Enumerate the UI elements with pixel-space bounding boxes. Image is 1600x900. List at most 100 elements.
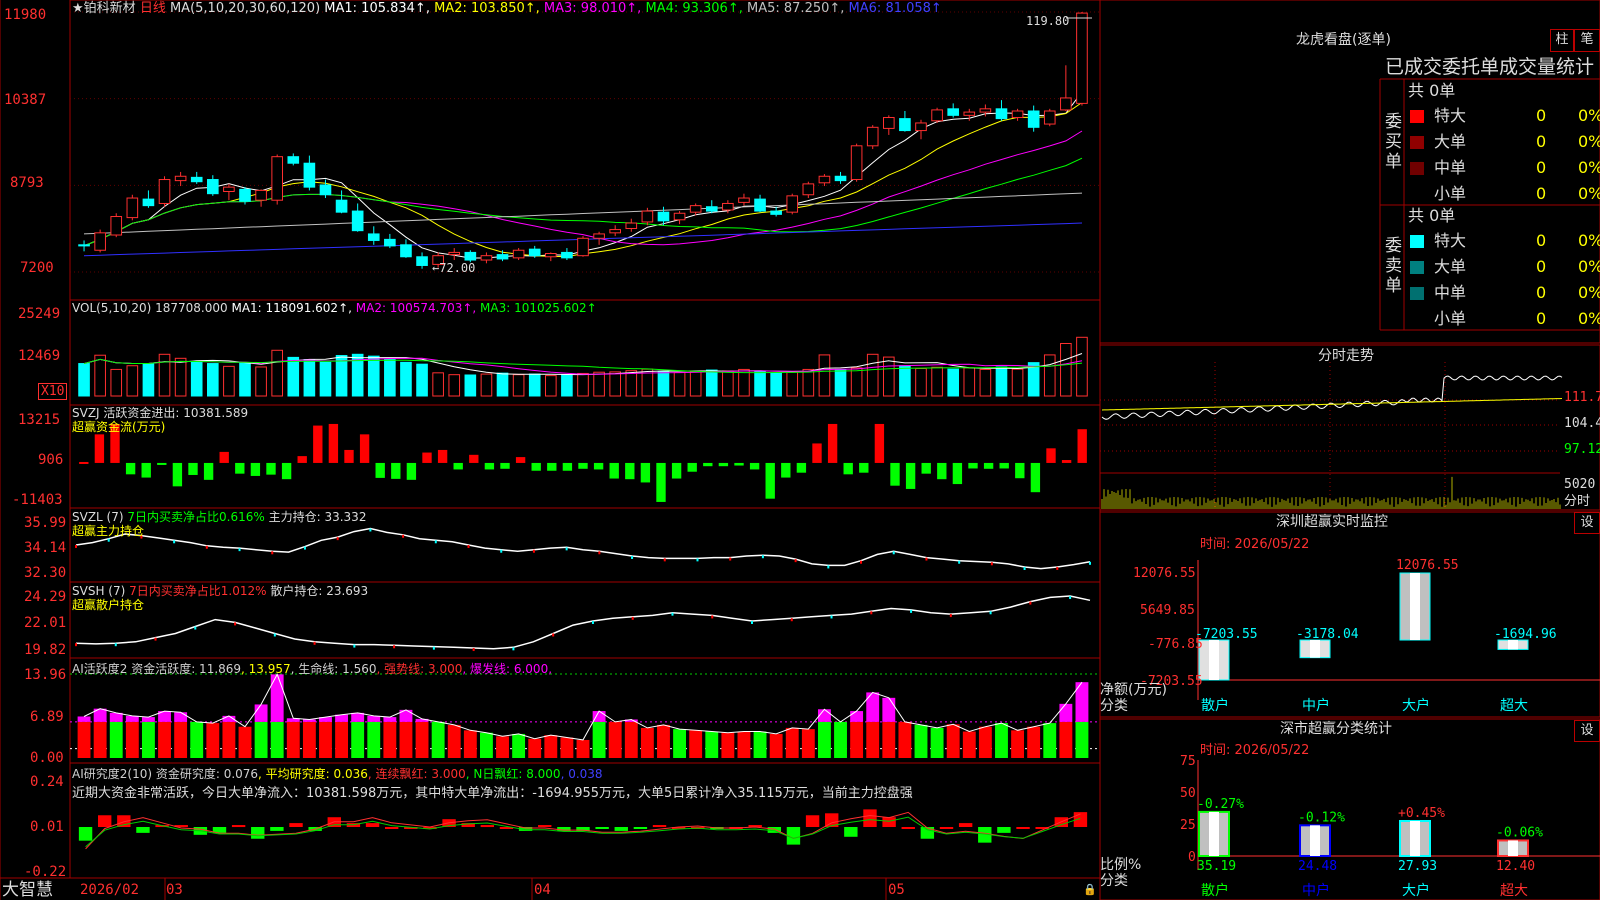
svzl-axis-1: 35.99	[24, 515, 67, 531]
activity-bar	[206, 723, 220, 758]
main-holding-line-tick	[336, 537, 339, 541]
fund-flow-bar	[952, 462, 963, 485]
activity-bar	[496, 736, 509, 758]
volume-bar	[319, 361, 332, 397]
main-holding-line-tick	[598, 551, 601, 555]
period-label[interactable]: 日线	[140, 1, 166, 16]
activity-bar	[158, 721, 171, 758]
retail-holding-line-tick	[472, 648, 475, 652]
class-bar-highlight	[1508, 840, 1518, 856]
candle-body	[384, 238, 396, 247]
ai-research-part-5: , 0.038	[560, 767, 603, 781]
retail-holding-line-tick	[432, 646, 435, 650]
color-swatch	[1410, 188, 1424, 201]
svsh-axis-2: 22.01	[24, 615, 67, 631]
vol-axis-1: 25249	[18, 306, 61, 322]
fund-flow-bar	[765, 462, 775, 499]
monitor-axis-1: 12076.55	[1133, 566, 1196, 581]
ai-active-part-3: , 生命线: 1.560	[290, 662, 377, 676]
sell-side-label: 委卖单	[1385, 236, 1402, 296]
fund-flow-bar	[656, 462, 666, 502]
activity-bar	[1075, 721, 1089, 758]
ma-value-2: MA2: 103.850↑,	[434, 1, 544, 16]
activity-bar	[141, 721, 155, 758]
brand-label[interactable]: 大智慧	[2, 880, 53, 900]
retail-holding-line-tick	[552, 633, 555, 637]
ai-research-part-1: AI研究度2(10) 资金研究度: 0.076	[72, 767, 259, 781]
fund-flow-bar	[593, 462, 604, 470]
activity-bar	[447, 724, 461, 758]
activity-bar	[978, 726, 992, 758]
vol-unit: X10	[38, 383, 68, 400]
sell-order-row: 大单 0 0%	[1406, 255, 1600, 279]
volume-bar	[416, 363, 428, 397]
fund-flow-bar	[734, 462, 744, 466]
monitor-settings-button[interactable]: 设	[1574, 512, 1600, 534]
class-settings-button[interactable]: 设	[1574, 720, 1600, 742]
activity-bar	[914, 724, 928, 758]
volume-bar	[979, 368, 992, 397]
activity-bar	[640, 727, 654, 758]
fund-flow-bar	[547, 462, 557, 471]
buy-order-row: 中单 0 0%	[1406, 156, 1600, 180]
tick-mode-button[interactable]: 笔	[1574, 29, 1600, 52]
buy-order-row: 小单 0 0%	[1406, 182, 1600, 206]
lock-icon[interactable]: 🔒	[1083, 882, 1097, 897]
fund-flow-bar	[578, 462, 588, 469]
research-bar	[595, 827, 609, 829]
fund-flow-bar	[437, 449, 448, 463]
volume-bar	[850, 367, 863, 397]
activity-bar	[817, 721, 831, 758]
candle-body	[303, 162, 316, 188]
fund-flow-bar	[812, 443, 822, 463]
fund-flow-bar	[999, 462, 1009, 469]
candle-body	[1027, 110, 1040, 128]
star-icon[interactable]: ★	[72, 1, 84, 16]
fund-flow-bar	[266, 462, 276, 475]
volume-bar	[126, 365, 139, 397]
ai-research-axis-1: 0.24	[30, 774, 64, 790]
order-count: 0	[1536, 184, 1547, 203]
main-holding-line-tick	[827, 565, 830, 569]
volume-bar	[931, 366, 943, 397]
volume-bar	[464, 374, 477, 397]
class-category: 超大	[1500, 883, 1528, 899]
chart-canvas[interactable]: -7203.55 散户 -3178.04 中户 12076.55 大户 -1694.96 超大…	[0, 0, 1600, 900]
fund-flow-bar	[219, 451, 229, 463]
fund-flow-bar	[297, 456, 307, 463]
candle-body	[78, 244, 90, 247]
research-bar	[920, 827, 935, 839]
class-category: 中户	[1302, 882, 1330, 899]
fund-flow-bar	[703, 462, 713, 467]
activity-bar	[383, 721, 397, 758]
fund-flow-bar	[141, 462, 151, 478]
class-bar-change: -0.27%	[1197, 797, 1244, 812]
main-holding-line-tick	[761, 555, 764, 559]
activity-bar	[190, 721, 204, 758]
candle-body	[319, 184, 332, 196]
activity-burst-bar	[77, 716, 91, 722]
price-axis-1: 11980	[4, 7, 47, 23]
fund-flow-bar	[859, 462, 869, 473]
vol-ma-value-2: MA2: 100574.703↑,	[355, 301, 481, 315]
main-holding-line-tick	[990, 562, 993, 566]
activity-bar	[769, 733, 783, 758]
activity-bar	[335, 721, 349, 758]
bar-mode-button[interactable]: 柱	[1550, 29, 1574, 52]
candle-body	[110, 216, 123, 236]
class-bar-change: +0.45%	[1398, 806, 1445, 821]
candle-body	[496, 254, 509, 260]
volume-bar	[255, 366, 267, 397]
main-holding-line-tick	[369, 528, 372, 532]
activity-bar	[463, 730, 477, 758]
volume-bar	[544, 375, 557, 397]
main-holding-line-tick	[729, 557, 732, 561]
color-swatch	[1410, 287, 1424, 300]
activity-bar	[93, 721, 107, 758]
retail-holding-line-tick	[273, 633, 276, 637]
order-size-name: 特大	[1434, 231, 1467, 250]
activity-burst-bar	[866, 692, 880, 722]
volume-bar	[1043, 354, 1056, 397]
activity-bar	[109, 721, 123, 758]
stock-name[interactable]: 铂科新材	[84, 1, 136, 16]
